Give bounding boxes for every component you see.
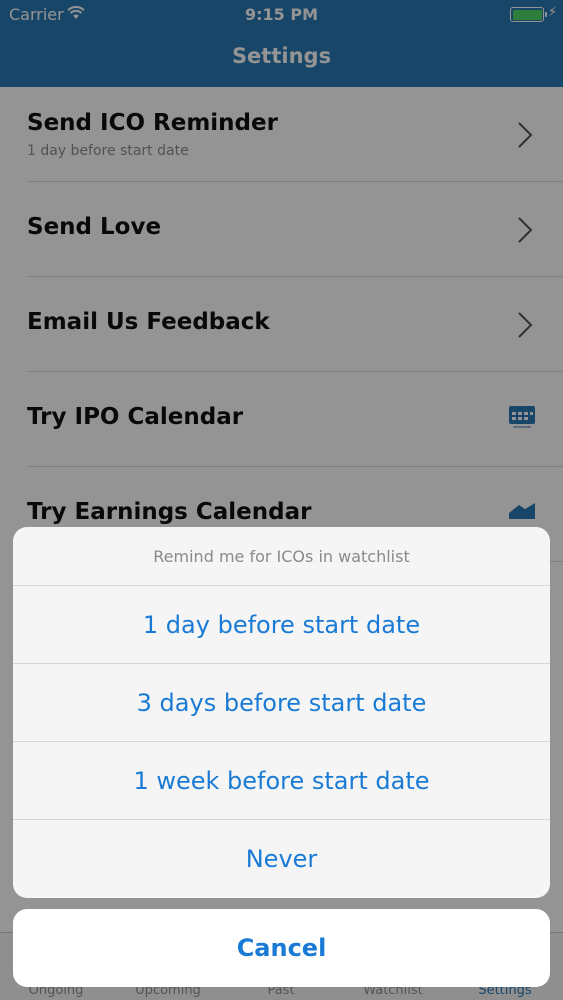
cancel-button[interactable]: Cancel — [13, 909, 550, 987]
option-1-day[interactable]: 1 day before start date — [13, 586, 550, 664]
option-never[interactable]: Never — [13, 820, 550, 898]
option-3-days[interactable]: 3 days before start date — [13, 664, 550, 742]
action-sheet-title: Remind me for ICOs in watchlist — [13, 527, 550, 586]
action-sheet: Remind me for ICOs in watchlist 1 day be… — [13, 527, 550, 898]
option-1-week[interactable]: 1 week before start date — [13, 742, 550, 820]
